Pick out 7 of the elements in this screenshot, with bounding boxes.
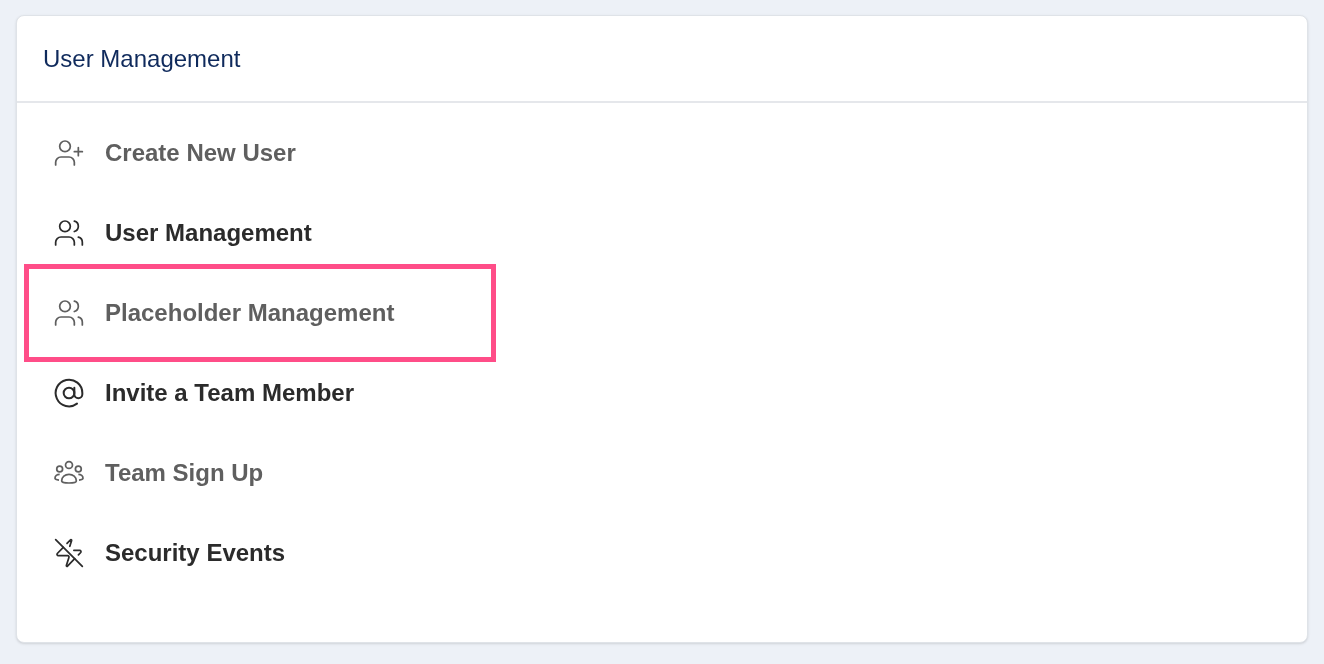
users-icon <box>53 297 85 329</box>
at-sign-icon <box>53 377 85 409</box>
card-title: User Management <box>43 43 241 74</box>
zap-off-icon <box>53 537 85 569</box>
menu-item[interactable]: Placeholder Management <box>24 264 496 362</box>
users-icon <box>53 217 85 249</box>
user-plus-icon <box>53 137 85 169</box>
